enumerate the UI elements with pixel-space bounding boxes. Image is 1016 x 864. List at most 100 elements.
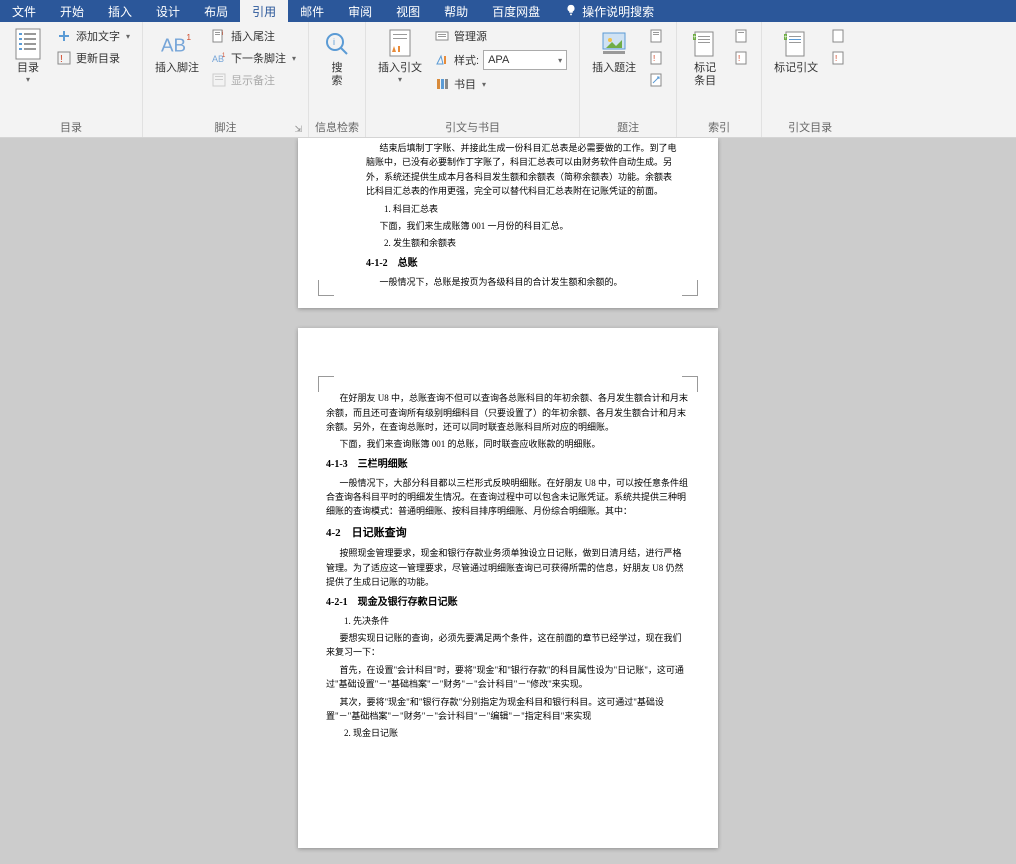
body-text: 下面，我们来生成账簿 001 一月份的科目汇总。 — [366, 219, 678, 233]
group-label-authorities: 引文目录 — [768, 117, 852, 137]
insert-endnote-button[interactable]: i 插入尾注 — [209, 26, 298, 46]
svg-text:i: i — [222, 31, 223, 37]
citation-icon — [384, 28, 416, 60]
search-button[interactable]: i 搜 索 — [315, 24, 359, 92]
show-notes-icon — [211, 72, 227, 88]
heading: 4-1-3 三栏明细账 — [326, 457, 690, 473]
menu-tab-bar: 文件 开始 插入 设计 布局 引用 邮件 审阅 视图 帮助 百度网盘 操作说明搜… — [0, 0, 1016, 22]
heading: 4-1-2 总账 — [366, 256, 678, 272]
search-icon: i — [321, 28, 353, 60]
list-item: 1. 先决条件 — [326, 614, 690, 628]
heading: 4-2 日记账查询 — [326, 525, 690, 543]
chevron-down-icon: ▾ — [292, 54, 296, 63]
tab-design[interactable]: 设计 — [144, 0, 192, 23]
manage-sources-button[interactable]: 管理源 — [432, 26, 569, 46]
lightbulb-icon — [564, 4, 578, 18]
tab-mail[interactable]: 邮件 — [288, 0, 336, 23]
group-label-citations: 引文与书目 — [372, 117, 573, 137]
group-index: + 标记 条目 ! 索引 — [677, 22, 762, 137]
tab-file[interactable]: 文件 — [0, 0, 48, 23]
body-text: 首先，在设置"会计科目"时，要将"现金"和"银行存款"的科目属性设为"日记账"，… — [326, 663, 690, 692]
list-item: 2. 现金日记账 — [326, 726, 690, 740]
auth-doc-icon — [830, 28, 846, 44]
add-text-button[interactable]: 添加文字▾ — [54, 26, 132, 46]
caption-small-3[interactable] — [646, 70, 666, 90]
mark-citation-label: 标记引文 — [774, 62, 818, 75]
caption-small-1[interactable] — [646, 26, 666, 46]
tab-insert[interactable]: 插入 — [96, 0, 144, 23]
tab-start[interactable]: 开始 — [48, 0, 96, 23]
body-text: 下面，我们来查询账簿 001 的总账，同时联查应收账款的明细账。 — [326, 437, 690, 451]
tellme-text: 操作说明搜索 — [582, 3, 654, 20]
group-label-captions: 题注 — [586, 117, 670, 137]
bibliography-button[interactable]: 书目▾ — [432, 74, 569, 94]
group-authorities: + 标记引文 ! 引文目录 — [762, 22, 858, 137]
chevron-down-icon: ▾ — [126, 32, 130, 41]
auth-small-1[interactable] — [828, 26, 848, 46]
auth-refresh-icon: ! — [830, 50, 846, 66]
body-text: 一般情况下，总账是按页为各级科目的合计发生额和余额的。 — [366, 275, 678, 289]
doc-icon — [648, 28, 664, 44]
style-combobox[interactable]: APA ▾ — [483, 50, 567, 70]
citation-style-button[interactable]: 样式: APA ▾ — [432, 48, 569, 72]
auth-small-2[interactable]: ! — [828, 48, 848, 68]
group-label-research: 信息检索 — [315, 117, 359, 137]
svg-text:+: + — [693, 35, 697, 41]
tab-review[interactable]: 审阅 — [336, 0, 384, 23]
chevron-down-icon: ▾ — [482, 80, 486, 89]
mark-citation-button[interactable]: + 标记引文 — [768, 24, 824, 79]
body-text: 在好朋友 U8 中，总账查询不但可以查询各总账科目的年初余额、各月发生额合计和月… — [326, 391, 690, 434]
mark-entry-button[interactable]: + 标记 条目 — [683, 24, 727, 92]
group-research: i 搜 索 信息检索 — [309, 22, 366, 137]
tab-view[interactable]: 视图 — [384, 0, 432, 23]
cross-ref-icon — [648, 72, 664, 88]
index-small-1[interactable] — [731, 26, 751, 46]
tab-tellme[interactable]: 操作说明搜索 — [552, 0, 666, 23]
update-toc-button[interactable]: ! 更新目录 — [54, 48, 132, 68]
chevron-down-icon: ▾ — [398, 75, 402, 84]
mark-entry-label: 标记 条目 — [694, 62, 716, 88]
update-toc-icon: ! — [56, 50, 72, 66]
svg-text:i: i — [333, 37, 335, 47]
dialog-launcher-icon[interactable]: ⇲ — [294, 124, 302, 135]
chevron-down-icon: ▾ — [26, 75, 30, 84]
page-corner — [682, 376, 698, 392]
caption-small-2[interactable]: ! — [646, 48, 666, 68]
body-text: 其次，要将"现金"和"银行存款"分别指定为现金科目和银行科目。这可通过"基础设置… — [326, 695, 690, 724]
tab-help[interactable]: 帮助 — [432, 0, 480, 23]
toc-label: 目录 — [17, 62, 39, 75]
next-footnote-button[interactable]: AB1 下一条脚注▾ — [209, 48, 298, 68]
group-citations: 插入引文 ▾ 管理源 样式: APA ▾ 书目▾ — [366, 22, 580, 137]
body-text: 一般情况下，大部分科目都以三栏形式反映明细账。在好朋友 U8 中，可以按任意条件… — [326, 476, 690, 519]
insert-caption-button[interactable]: 插入题注 — [586, 24, 642, 79]
page-corner — [318, 376, 334, 392]
group-label-toc: 目录 — [6, 117, 136, 137]
mark-entry-icon: + — [689, 28, 721, 60]
style-icon — [434, 52, 450, 68]
insert-footnote-label: 插入脚注 — [155, 62, 199, 75]
svg-text:+: + — [784, 35, 788, 41]
footnote-icon: AB1 — [161, 28, 193, 60]
svg-text:AB: AB — [161, 35, 186, 56]
group-toc: 目录 ▾ 添加文字▾ ! 更新目录 目录 — [0, 22, 143, 137]
insert-citation-label: 插入引文 — [378, 62, 422, 75]
insert-caption-label: 插入题注 — [592, 62, 636, 75]
body-text: 要想实现日记账的查询，必须先要满足两个条件，这在前面的章节已经学过，现在我们来复… — [326, 631, 690, 660]
page-corner — [318, 280, 334, 296]
index-small-2[interactable]: ! — [731, 48, 751, 68]
index-refresh-icon: ! — [733, 50, 749, 66]
svg-text:!: ! — [835, 54, 837, 63]
body-text: 按照现金管理要求，现金和银行存款业务须单独设立日记账，做到日清月结，进行严格管理… — [326, 546, 690, 589]
tab-baidudisk[interactable]: 百度网盘 — [480, 0, 552, 23]
manage-sources-icon — [434, 28, 450, 44]
svg-text:!: ! — [60, 54, 63, 65]
page-2: 在好朋友 U8 中，总账查询不但可以查询各总账科目的年初余额、各月发生额合计和月… — [298, 328, 718, 848]
document-area[interactable]: 结束后填制丁字账、并接此生成一份科目汇总表是必需要做的工作。到了电脑账中，已没有… — [0, 138, 1016, 864]
tab-layout[interactable]: 布局 — [192, 0, 240, 23]
page-corner — [682, 280, 698, 296]
tab-references[interactable]: 引用 — [240, 0, 288, 23]
insert-citation-button[interactable]: 插入引文 ▾ — [372, 24, 428, 88]
toc-button[interactable]: 目录 ▾ — [6, 24, 50, 88]
page-1: 结束后填制丁字账、并接此生成一份科目汇总表是必需要做的工作。到了电脑账中，已没有… — [298, 138, 718, 308]
insert-footnote-button[interactable]: AB1 插入脚注 — [149, 24, 205, 79]
